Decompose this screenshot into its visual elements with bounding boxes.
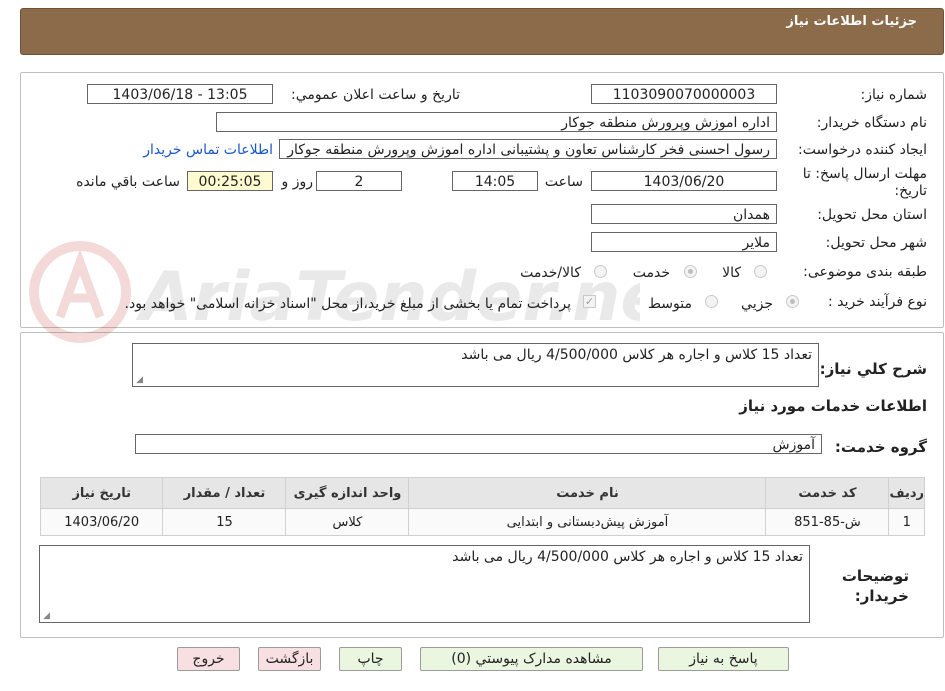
table-cell: آموزش پیش‌دبستانی و ابتدایی (408, 508, 767, 536)
column-header: تعداد / مقدار (162, 477, 287, 509)
description-text: تعداد 15 کلاس و اجاره هر کلاس 4/500/000 … (461, 347, 812, 363)
category-both-label: كالا/خدمت (520, 265, 581, 281)
city-label: شهر محل تحويل: (825, 235, 927, 251)
category-goods-radio[interactable] (754, 265, 767, 278)
remaining-time-field: 00:25:05 (187, 171, 273, 191)
buyer-contact-link[interactable]: اطلاعات تماس خريدار (143, 142, 273, 158)
column-header: واحد اندازه گيری (285, 477, 410, 509)
exit-button[interactable]: خروج (177, 647, 240, 671)
requester-label: ايجاد كننده درخواست: (798, 142, 927, 158)
column-header: رديف (888, 477, 925, 509)
remaining-time-label: ساعت باقي مانده (76, 174, 180, 190)
process-medium-label: متوسط (648, 296, 692, 312)
back-button[interactable]: بازگشت (258, 647, 321, 671)
days-field: 2 (316, 171, 402, 191)
deadline-time-field: 14:05 (452, 171, 538, 191)
days-label: روز و (281, 174, 314, 190)
services-section-title: اطلاعات خدمات مورد نياز (739, 397, 927, 415)
print-button[interactable]: چاپ (339, 647, 402, 671)
buyer-notes-text: تعداد 15 کلاس و اجاره هر کلاس 4/500/000 … (452, 549, 803, 565)
table-header-row: رديف كد خدمت نام خدمت واحد اندازه گيری ت… (39, 477, 925, 509)
process-label: نوع فرآيند خريد : (828, 294, 927, 310)
table-cell: ش-85-851 (765, 508, 890, 536)
table-cell: 1 (888, 508, 925, 536)
category-both-radio[interactable] (594, 265, 607, 278)
process-minor-label: جزيي (741, 296, 773, 312)
page-title: جزئیات اطلاعات نیاز (786, 14, 917, 29)
category-service-label: خدمت (632, 265, 670, 281)
deadline-time-label: ساعت (544, 174, 583, 190)
requester-field: رسول احسنی فخر کارشناس تعاون و پشتیبانی … (279, 139, 777, 159)
need-number-label: شماره نياز: (860, 87, 928, 103)
deadline-label: مهلت ارسال پاسخ: تا تاريخ: (802, 166, 927, 199)
category-goods-label: كالا (722, 265, 741, 281)
category-service-radio[interactable] (684, 265, 697, 278)
reply-button[interactable]: پاسخ به نياز (658, 647, 789, 671)
watermark-logo: AriaTender.neT (29, 241, 640, 343)
buyer-notes-label: توضيحات خريدار: (841, 567, 909, 605)
view-attachments-button[interactable]: مشاهده مدارک پيوستي (0) (420, 647, 643, 671)
process-minor-radio[interactable] (786, 295, 799, 308)
buyer-org-label: نام دستگاه خريدار: (816, 115, 927, 131)
service-group-field: آموزش (135, 434, 822, 454)
need-number-field: 1103090070000003 (591, 84, 777, 104)
province-label: استان محل تحويل: (817, 207, 927, 223)
column-header: كد خدمت (765, 477, 890, 509)
treasury-note: پرداخت تمام يا بخشی از مبلغ خريد،از محل … (124, 296, 571, 312)
process-medium-radio[interactable] (705, 295, 718, 308)
column-header: نام خدمت (408, 477, 767, 509)
province-field: همدان (591, 204, 777, 224)
treasury-checkbox[interactable]: ✓ (583, 295, 596, 308)
buyer-notes-field[interactable]: تعداد 15 کلاس و اجاره هر کلاس 4/500/000 … (39, 545, 810, 623)
services-table: رديف كد خدمت نام خدمت واحد اندازه گيری ت… (39, 477, 925, 536)
table-row: 1 ش-85-851 آموزش پیش‌دبستانی و ابتدایی ک… (39, 508, 925, 536)
announce-date-field: 1403/06/18 - 13:05 (87, 84, 273, 104)
column-header: تاريخ نياز (39, 477, 164, 509)
description-label: شرح كلي نياز: (819, 360, 927, 378)
category-label: طبقه بندی موضوعی: (803, 264, 927, 280)
resize-grip-icon[interactable]: ◢ (42, 612, 50, 621)
table-cell: 1403/06/20 (39, 508, 164, 536)
buyer-org-field: اداره اموزش وپرورش منطقه جوکار (216, 112, 777, 132)
resize-grip-icon[interactable]: ◢ (135, 376, 143, 385)
announce-date-label: تاريخ و ساعت اعلان عمومي: (291, 87, 460, 103)
description-field[interactable]: تعداد 15 کلاس و اجاره هر کلاس 4/500/000 … (132, 343, 819, 387)
table-cell: 15 (162, 508, 287, 536)
city-field: ملاير (591, 232, 777, 252)
service-group-label: گروه خدمت: (834, 438, 927, 456)
table-cell: کلاس (285, 508, 410, 536)
deadline-date-field: 1403/06/20 (591, 171, 777, 191)
